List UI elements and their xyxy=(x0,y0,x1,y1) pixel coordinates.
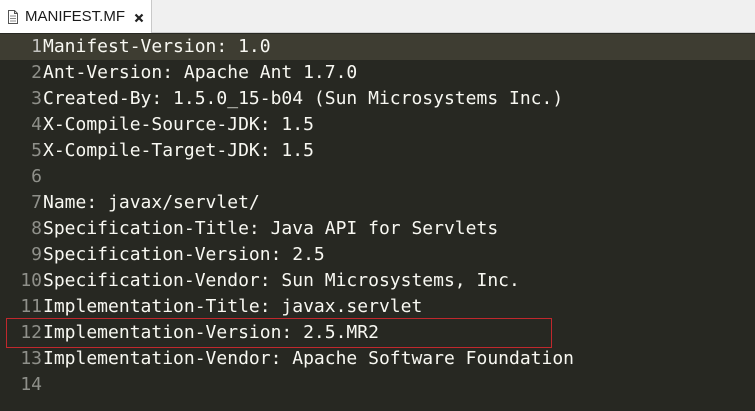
line-text: Specification-Vendor: Sun Microsystems, … xyxy=(43,270,520,291)
code-line[interactable]: 5 X-Compile-Target-JDK: 1.5 xyxy=(0,138,755,164)
line-text: Manifest-Version: 1.0 xyxy=(43,36,271,57)
code-line[interactable]: 9 Specification-Version: 2.5 xyxy=(0,242,755,268)
code-editor[interactable]: 1 Manifest-Version: 1.0 2 Ant-Version: Apac… xyxy=(0,33,755,411)
tab-label: MANIFEST.MF xyxy=(25,8,125,25)
line-number: 10 xyxy=(20,270,42,291)
line-number: 7 xyxy=(31,192,42,213)
code-line[interactable]: 12 Implementation-Version: 2.5.MR2 xyxy=(0,320,755,346)
line-text: Implementation-Title: javax.servlet xyxy=(43,296,423,317)
code-line[interactable]: 11 Implementation-Title: javax.servlet xyxy=(0,294,755,320)
line-number: 12 xyxy=(20,322,42,343)
line-text: Implementation-Vendor: Apache Software F… xyxy=(43,348,575,369)
line-number: 1 xyxy=(31,36,42,57)
code-line[interactable]: 2 Ant-Version: Apache Ant 1.7.0 xyxy=(0,60,755,86)
code-line[interactable]: 3 Created-By: 1.5.0_15-b04 (Sun Microsyst… xyxy=(0,86,755,112)
code-line[interactable]: 10 Specification-Vendor: Sun Microsystems… xyxy=(0,268,755,294)
line-number: 4 xyxy=(31,114,42,135)
code-line[interactable]: 1 Manifest-Version: 1.0 xyxy=(0,34,755,60)
line-number: 8 xyxy=(31,218,42,239)
line-number: 13 xyxy=(20,348,42,369)
line-number: 2 xyxy=(31,62,42,83)
line-text: Name: javax/servlet/ xyxy=(43,192,260,213)
tab-manifest-mf[interactable]: MANIFEST.MF xyxy=(0,0,152,33)
line-text: Created-By: 1.5.0_15-b04 (Sun Microsyste… xyxy=(43,88,564,109)
line-text: Implementation-Version: 2.5.MR2 xyxy=(43,322,379,343)
code-line[interactable]: 13 Implementation-Vendor: Apache Software… xyxy=(0,346,755,372)
code-line[interactable]: 14 xyxy=(0,372,755,398)
line-number: 5 xyxy=(31,140,42,161)
line-number: 14 xyxy=(20,374,42,395)
line-text: Specification-Version: 2.5 xyxy=(43,244,325,265)
editor-window: MANIFEST.MF 1 Manifest-Version: 1.0 2 Ant-V… xyxy=(0,0,755,411)
code-line[interactable]: 4 X-Compile-Source-JDK: 1.5 xyxy=(0,112,755,138)
tab-bar: MANIFEST.MF xyxy=(0,0,755,33)
close-icon[interactable] xyxy=(133,11,145,23)
line-number: 3 xyxy=(31,88,42,109)
line-text: Specification-Title: Java API for Servle… xyxy=(43,218,499,239)
code-line[interactable]: 6 xyxy=(0,164,755,190)
line-number: 9 xyxy=(31,244,42,265)
line-number: 6 xyxy=(31,166,42,187)
line-text: Ant-Version: Apache Ant 1.7.0 xyxy=(43,62,358,83)
line-text: X-Compile-Target-JDK: 1.5 xyxy=(43,140,314,161)
document-icon xyxy=(7,9,19,24)
code-line[interactable]: 8 Specification-Title: Java API for Servl… xyxy=(0,216,755,242)
line-text: X-Compile-Source-JDK: 1.5 xyxy=(43,114,314,135)
code-line[interactable]: 7 Name: javax/servlet/ xyxy=(0,190,755,216)
line-number: 11 xyxy=(20,296,42,317)
